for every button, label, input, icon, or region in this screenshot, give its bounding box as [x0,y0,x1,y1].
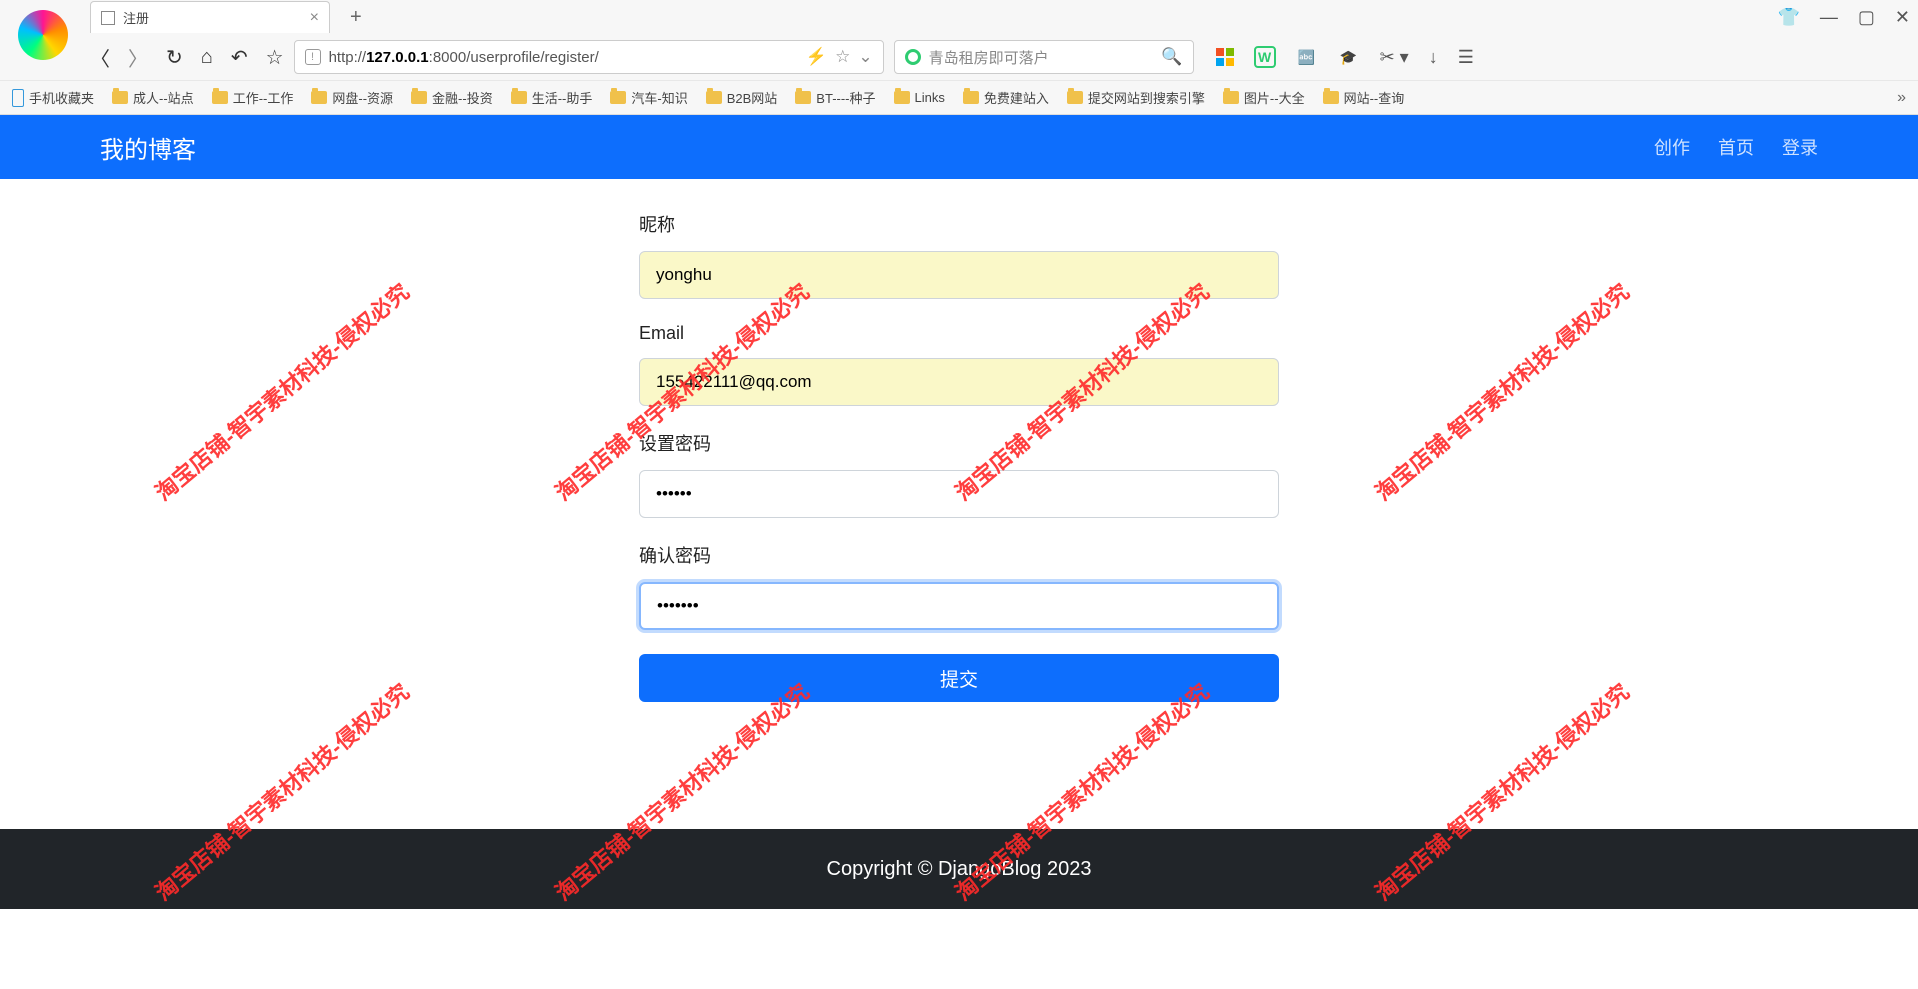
back-button[interactable]: 〈 [90,43,110,72]
bookmark-item[interactable]: 生活--助手 [511,88,593,107]
bookmark-item[interactable]: BT----种子 [795,88,875,107]
nickname-label: 昵称 [639,211,1279,237]
nickname-input[interactable] [639,251,1279,299]
email-input[interactable] [639,358,1279,406]
email-label: Email [639,323,1279,344]
maximize-button[interactable]: ▢ [1858,7,1875,28]
form-group-nickname: 昵称 [639,211,1279,299]
submit-button[interactable]: 提交 [639,654,1279,702]
refresh-button[interactable]: ↻ [166,45,183,70]
browser-chrome: 注册 × + 👕 — ▢ ✕ 〈 〉 ↻ ⌂ ↶ ☆ ! http://127.… [0,0,1918,115]
translate-extension-icon[interactable]: 🔤 [1296,46,1318,68]
phone-icon [12,89,24,107]
browser-tab[interactable]: 注册 × [90,1,330,33]
downloads-icon[interactable]: ↓ [1429,47,1438,68]
scissors-icon[interactable]: ✂ ▾ [1380,47,1409,68]
home-button[interactable]: ⌂ [201,46,213,69]
bookmark-item[interactable]: 网站--查询 [1323,88,1405,107]
bookmark-item[interactable]: Links [894,90,945,105]
grid-apps-icon[interactable] [1216,48,1234,66]
folder-icon [311,91,327,104]
bookmark-item[interactable]: 免费建站入 [963,88,1049,107]
site-footer: Copyright © DjangoBlog 2023 [0,829,1918,909]
bookmarks-overflow-icon[interactable]: » [1897,89,1906,107]
register-form: 昵称 Email 设置密码 确认密码 提交 [639,211,1279,702]
folder-icon [112,91,128,104]
bookmark-star-icon[interactable]: ☆ [835,47,850,67]
nav-home-link[interactable]: 首页 [1718,134,1754,160]
confirm-password-label: 确认密码 [639,542,1279,568]
browser-logo-icon[interactable] [18,10,68,60]
site-navbar: 我的博客 创作 首页 登录 [0,115,1918,179]
menu-icon[interactable]: ☰ [1458,47,1474,68]
password-label: 设置密码 [639,430,1279,456]
search-icon[interactable]: 🔍 [1161,47,1182,67]
folder-icon [511,91,527,104]
undo-nav-button[interactable]: ↶ [231,45,248,70]
extension-icons: W 🔤 🎓 ✂ ▾ ↓ ☰ [1216,46,1474,68]
folder-icon [411,91,427,104]
flash-icon[interactable]: ⚡ [806,47,827,67]
confirm-password-input[interactable] [639,582,1279,630]
search-placeholder: 青岛租房即可落户 [929,47,1154,68]
browser-toolbar: 〈 〉 ↻ ⌂ ↶ ☆ ! http://127.0.0.1:8000/user… [0,34,1918,80]
bookmark-item[interactable]: 提交网站到搜索引擎 [1067,88,1205,107]
nav-login-link[interactable]: 登录 [1782,134,1818,160]
folder-icon [894,91,910,104]
url-text: http://127.0.0.1:8000/userprofile/regist… [329,49,798,66]
wps-extension-icon[interactable]: W [1254,46,1276,68]
new-tab-button[interactable]: + [342,6,370,29]
close-window-button[interactable]: ✕ [1895,7,1910,28]
watermark-text: 淘宝店铺-智宇素材科技-侵权必究 [147,275,415,507]
bookmark-item[interactable]: 成人--站点 [112,88,194,107]
bookmark-item[interactable]: 网盘--资源 [311,88,393,107]
copyright-text: Copyright © DjangoBlog 2023 [827,858,1092,881]
bookmarks-bar: 手机收藏夹 成人--站点 工作--工作 网盘--资源 金融--投资 生活--助手… [0,80,1918,114]
tab-title: 注册 [123,8,149,27]
folder-icon [706,91,722,104]
folder-icon [1067,91,1083,104]
minimize-button[interactable]: — [1820,7,1838,28]
password-input[interactable] [639,470,1279,518]
bookmark-item[interactable]: B2B网站 [706,88,778,107]
tab-close-icon[interactable]: × [310,9,319,27]
folder-icon [212,91,228,104]
shield-icon[interactable]: ! [305,49,321,65]
form-group-confirm: 确认密码 [639,542,1279,630]
bookmark-item[interactable]: 金融--投资 [411,88,493,107]
academic-extension-icon[interactable]: 🎓 [1338,46,1360,68]
bookmark-item[interactable]: 图片--大全 [1223,88,1305,107]
folder-icon [963,91,979,104]
nav-create-link[interactable]: 创作 [1654,134,1690,160]
nav-links: 创作 首页 登录 [1654,134,1818,160]
folder-icon [610,91,626,104]
search-engine-icon[interactable] [905,49,921,65]
folder-icon [1223,91,1239,104]
form-group-email: Email [639,323,1279,406]
nav-buttons: 〈 〉 ↻ ⌂ ↶ ☆ [90,43,284,72]
file-icon [101,11,115,25]
watermark-text: 淘宝店铺-智宇素材科技-侵权必究 [1367,275,1635,507]
url-dropdown-icon[interactable]: ⌄ [858,47,872,67]
favorite-button[interactable]: ☆ [266,45,284,70]
window-controls: 👕 — ▢ ✕ [1777,0,1910,34]
page-content: 我的博客 创作 首页 登录 昵称 Email 设置密码 确认密码 提交 Copy… [0,115,1918,702]
folder-icon [1323,91,1339,104]
tab-bar: 注册 × + 👕 — ▢ ✕ [0,0,1918,34]
theme-icon[interactable]: 👕 [1777,7,1799,28]
brand-title[interactable]: 我的博客 [100,130,196,165]
bookmark-mobile[interactable]: 手机收藏夹 [12,88,94,107]
bookmark-item[interactable]: 汽车-知识 [610,88,687,107]
forward-button: 〉 [128,43,148,72]
search-bar[interactable]: 青岛租房即可落户 🔍 [894,40,1194,74]
bookmark-item[interactable]: 工作--工作 [212,88,294,107]
form-group-password: 设置密码 [639,430,1279,518]
url-bar[interactable]: ! http://127.0.0.1:8000/userprofile/regi… [294,40,884,74]
folder-icon [795,91,811,104]
